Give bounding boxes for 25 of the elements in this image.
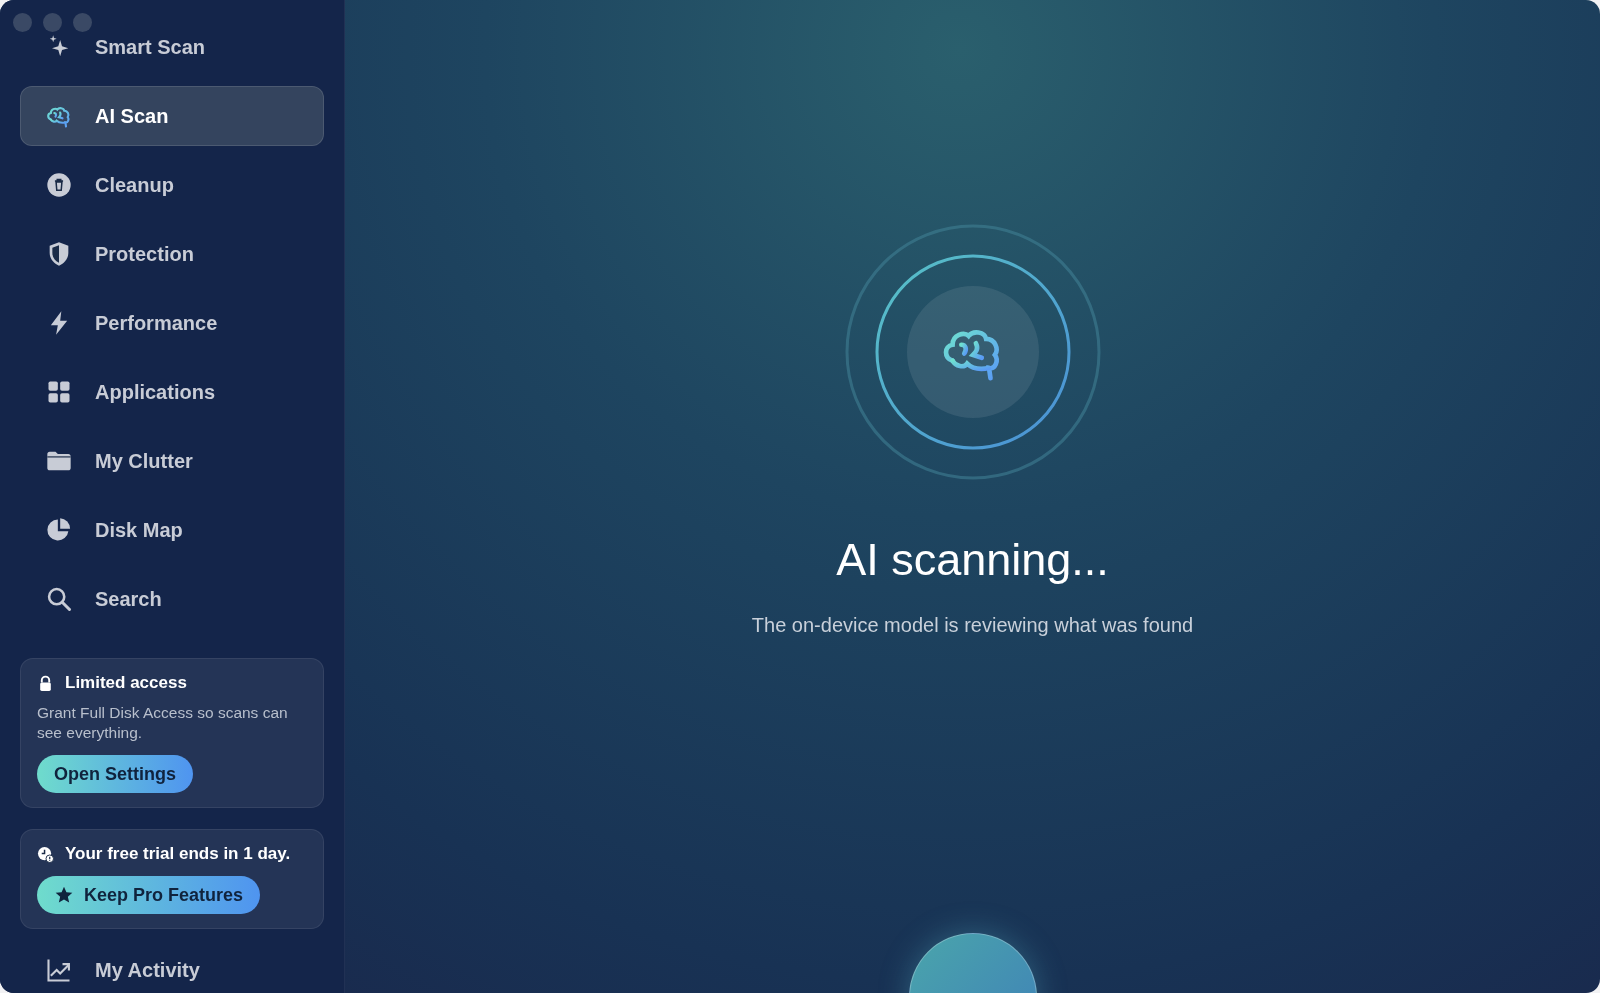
lock-icon [37,674,54,692]
minimize-window-button[interactable] [43,13,62,32]
open-settings-button[interactable]: Open Settings [37,755,193,793]
sidebar-item[interactable]: Protection [20,224,324,284]
sidebar-item[interactable]: Disk Map [20,500,324,560]
sidebar-item[interactable]: Search [20,569,324,629]
clock-alert-icon [37,845,54,863]
sidebar-item[interactable]: Cleanup [20,155,324,215]
sidebar-item[interactable]: My Clutter [20,431,324,491]
star-icon [54,885,74,905]
keep-pro-button[interactable]: Keep Pro Features [37,876,261,914]
trial-text: Your free trial ends in 1 day. [65,844,291,864]
search-icon [45,585,73,613]
sidebar-item[interactable]: Performance [20,293,324,353]
scan-title: AI scanning... [836,534,1109,586]
sidebar-item[interactable]: Applications [20,362,324,422]
card-text: Grant Full Disk Access so scans can see everything. [37,703,289,743]
scan-subtitle: The on-device model is reviewing what was found [751,614,1194,637]
sidebar-item[interactable]: Smart Scan [20,17,324,77]
close-window-button[interactable] [13,13,32,32]
zoom-window-button[interactable] [73,13,92,32]
trash-icon [45,171,73,199]
sidebar-item[interactable]: My Activity [20,948,324,992]
sidebar-item[interactable]: AI Scan [20,86,324,146]
card-title: Limited access [65,673,187,693]
